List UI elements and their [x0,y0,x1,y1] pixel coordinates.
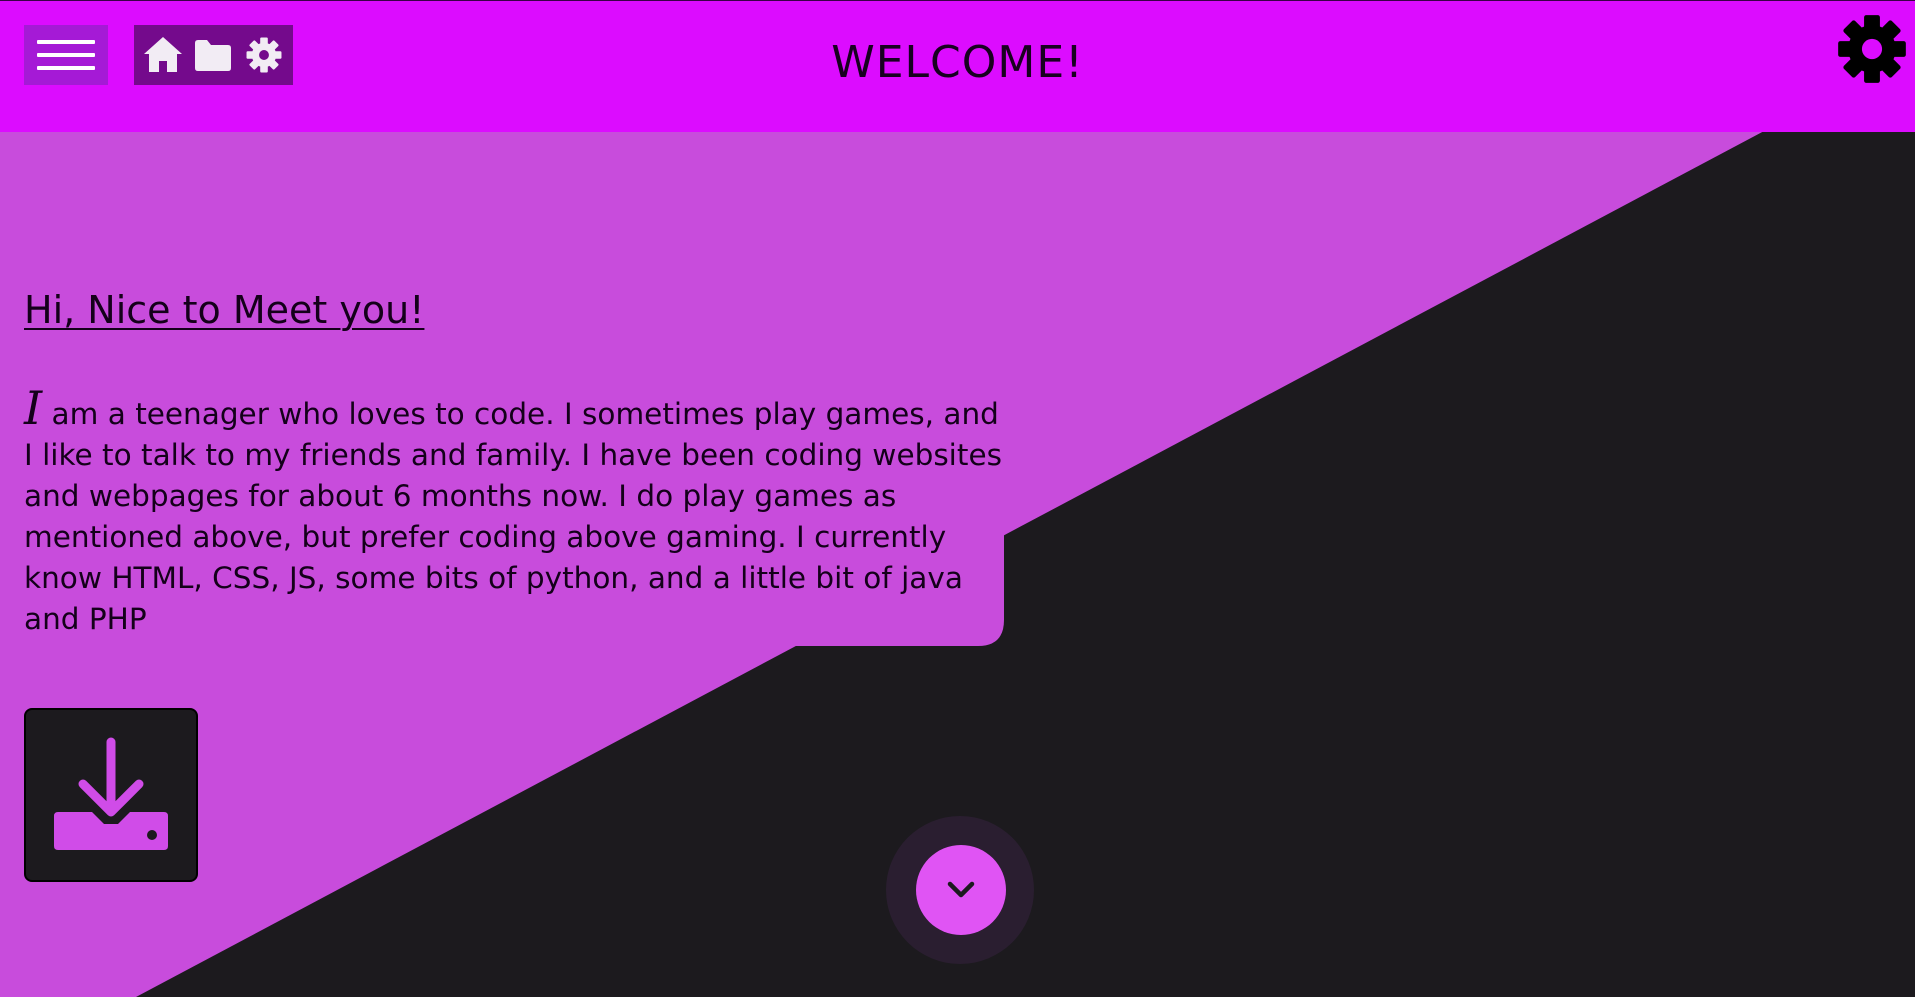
page-title: WELCOME! [831,37,1084,88]
chevron-down-icon [947,881,975,898]
greeting-heading: Hi, Nice to Meet you! [24,288,425,332]
settings-button[interactable] [1836,13,1908,85]
bio-text: am a teenager who loves to code. I somet… [24,397,1002,636]
download-button[interactable] [24,708,198,882]
gear-icon [1838,15,1906,83]
download-icon [54,737,168,850]
bio-initial: I [24,381,43,435]
bio-paragraph: I am a teenager who loves to code. I som… [24,385,1004,640]
top-header: WELCOME! [0,0,1915,132]
page: WELCOME! Hi, Nice to Meet you! I am a te [0,0,1915,997]
scroll-down-button[interactable] [916,845,1006,935]
